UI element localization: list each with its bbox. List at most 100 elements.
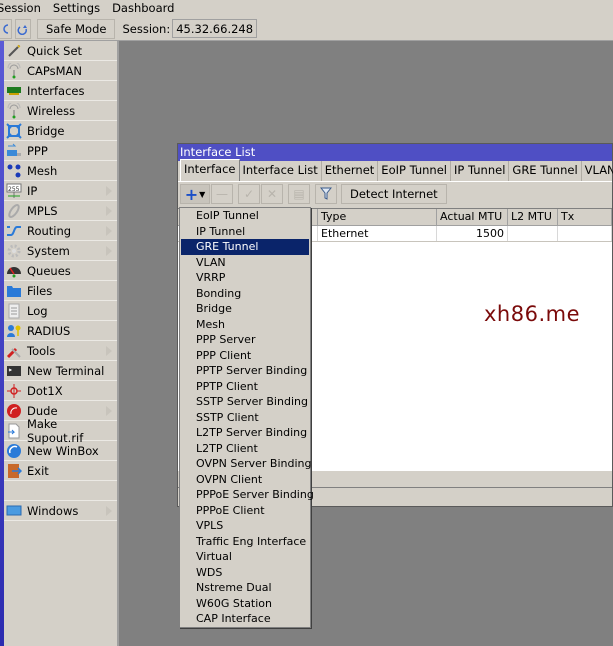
column-header-tx[interactable]: Tx	[558, 209, 612, 225]
exit-icon	[6, 463, 22, 479]
sidebar-item-queues[interactable]: Queues	[4, 261, 117, 281]
cell-tx	[558, 226, 612, 241]
tab-gre-tunnel[interactable]: GRE Tunnel	[509, 161, 582, 181]
comment-icon: ▤	[293, 187, 305, 201]
tab-vlan[interactable]: VLAN	[582, 161, 613, 181]
menu-item-vrrp[interactable]: VRRP	[180, 270, 310, 286]
sidebar-item-radius[interactable]: RADIUS	[4, 321, 117, 341]
disable-button[interactable]: ✕	[261, 184, 283, 204]
sidebar-item-system[interactable]: System	[4, 241, 117, 261]
comment-button[interactable]: ▤	[288, 184, 310, 204]
menu-item-pppoe-server-binding[interactable]: PPPoE Server Binding	[180, 487, 314, 503]
menu-item-vpls[interactable]: VPLS	[180, 518, 310, 534]
mesh-icon	[6, 163, 22, 179]
menu-item-w60g-station[interactable]: W60G Station	[180, 596, 310, 612]
network-card-icon	[6, 83, 22, 99]
menu-item-bonding[interactable]: Bonding	[180, 286, 310, 302]
sidebar-item-dot1x[interactable]: Dot1X	[4, 381, 117, 401]
window-toolbar: + ▼ — ✓ ✕ ▤ Detect Internet	[178, 182, 612, 206]
sidebar-item-log[interactable]: Log	[4, 301, 117, 321]
tab-eoip-tunnel[interactable]: EoIP Tunnel	[378, 161, 451, 181]
sidebar-item-mesh[interactable]: Mesh	[4, 161, 117, 181]
sidebar-item-routing[interactable]: Routing	[4, 221, 117, 241]
menu-item-sstp-client[interactable]: SSTP Client	[180, 410, 310, 426]
safe-mode-button[interactable]: Safe Mode	[37, 18, 116, 39]
detect-internet-button[interactable]: Detect Internet	[341, 184, 447, 204]
window-icon	[6, 503, 22, 519]
menu-item-pptp-client[interactable]: PPTP Client	[180, 379, 310, 395]
menu-item-ip-tunnel[interactable]: IP Tunnel	[180, 224, 310, 240]
cell-actual-mtu: 1500	[437, 226, 508, 241]
sidebar-item-mpls[interactable]: MPLS	[4, 201, 117, 221]
redo-button[interactable]	[15, 18, 31, 39]
filter-button[interactable]	[315, 184, 337, 204]
sidebar-item-capsman[interactable]: CAPsMAN	[4, 61, 117, 81]
sidebar-item-new-winbox[interactable]: New WinBox	[4, 441, 117, 461]
tab-interface-list[interactable]: Interface List	[240, 161, 322, 181]
column-header-l2-mtu[interactable]: L2 MTU	[508, 209, 558, 225]
sidebar: Quick Set CAPsMAN Interfaces Wireless Bridge…	[4, 41, 119, 646]
sidebar-item-ppp[interactable]: PPP	[4, 141, 117, 161]
menu-item-eoip-tunnel[interactable]: EoIP Tunnel	[180, 208, 310, 224]
sidebar-item-label: PPP	[27, 143, 48, 158]
sidebar-item-tools[interactable]: Tools	[4, 341, 117, 361]
menu-item-virtual[interactable]: Virtual	[180, 549, 310, 565]
menu-item-l2tp-server-binding[interactable]: L2TP Server Binding	[180, 425, 310, 441]
menu-item-cap-interface[interactable]: CAP Interface	[180, 611, 310, 627]
minus-icon: —	[216, 187, 228, 201]
column-header-type[interactable]: Type	[318, 209, 437, 225]
tab-ip-tunnel[interactable]: IP Tunnel	[451, 161, 510, 181]
undo-button[interactable]	[0, 18, 12, 39]
chevron-down-icon: ▼	[199, 189, 206, 199]
submenu-arrow-icon	[106, 246, 112, 256]
sidebar-item-files[interactable]: Files	[4, 281, 117, 301]
remove-button[interactable]: —	[211, 184, 233, 204]
sidebar-item-exit[interactable]: Exit	[4, 461, 117, 481]
session-value: 45.32.66.248	[172, 19, 258, 38]
add-button[interactable]: + ▼	[180, 184, 210, 204]
sidebar-item-new-terminal[interactable]: New Terminal	[4, 361, 117, 381]
menu-item-bridge[interactable]: Bridge	[180, 301, 310, 317]
window-title[interactable]: Interface List	[178, 144, 612, 161]
sidebar-item-interfaces[interactable]: Interfaces	[4, 81, 117, 101]
sidebar-item-bridge[interactable]: Bridge	[4, 121, 117, 141]
menu-item-ovpn-client[interactable]: OVPN Client	[180, 472, 310, 488]
menu-dashboard[interactable]: Dashboard	[112, 0, 180, 17]
sidebar-item-quick-set[interactable]: Quick Set	[4, 41, 117, 61]
gauge-icon	[6, 263, 22, 279]
menu-item-pppoe-client[interactable]: PPPoE Client	[180, 503, 310, 519]
menu-item-wds[interactable]: WDS	[180, 565, 310, 581]
tab-ethernet[interactable]: Ethernet	[322, 161, 379, 181]
submenu-arrow-icon	[106, 226, 112, 236]
menu-item-gre-tunnel[interactable]: GRE Tunnel	[181, 239, 309, 255]
sidebar-spacer	[4, 481, 117, 501]
menu-item-ppp-server[interactable]: PPP Server	[180, 332, 310, 348]
sidebar-item-label: Windows	[27, 503, 79, 518]
tab-interface[interactable]: Interface	[180, 159, 240, 181]
sidebar-item-windows[interactable]: Windows	[4, 501, 117, 521]
cell-l2-mtu	[508, 226, 558, 241]
sidebar-item-make-supout-rif[interactable]: Make Supout.rif	[4, 417, 117, 445]
menu-item-mesh[interactable]: Mesh	[180, 317, 310, 333]
sidebar-item-label: Quick Set	[27, 43, 83, 58]
submenu-arrow-icon	[106, 406, 112, 416]
sidebar-item-wireless[interactable]: Wireless	[4, 101, 117, 121]
menu-item-ppp-client[interactable]: PPP Client	[180, 348, 310, 364]
menu-session[interactable]: Session	[0, 0, 47, 17]
column-header-actual-mtu[interactable]: Actual MTU	[437, 209, 508, 225]
sidebar-item-ip[interactable]: 255 IP	[4, 181, 117, 201]
enable-button[interactable]: ✓	[238, 184, 260, 204]
menu-settings[interactable]: Settings	[53, 0, 106, 17]
undo-icon	[2, 23, 8, 34]
menu-item-sstp-server-binding[interactable]: SSTP Server Binding	[180, 394, 310, 410]
menu-item-ovpn-server-binding[interactable]: OVPN Server Binding	[180, 456, 311, 472]
antenna-icon	[6, 102, 22, 119]
menu-item-l2tp-client[interactable]: L2TP Client	[180, 441, 310, 457]
sidebar-item-label: New WinBox	[27, 443, 99, 458]
menu-item-pptp-server-binding[interactable]: PPTP Server Binding	[180, 363, 310, 379]
menu-item-nstreme-dual[interactable]: Nstreme Dual	[180, 580, 310, 596]
sidebar-item-label: Queues	[27, 263, 71, 278]
ip-icon: 255	[6, 183, 22, 199]
menu-item-traffic-eng-interface[interactable]: Traffic Eng Interface	[180, 534, 310, 550]
menu-item-vlan[interactable]: VLAN	[180, 255, 310, 271]
